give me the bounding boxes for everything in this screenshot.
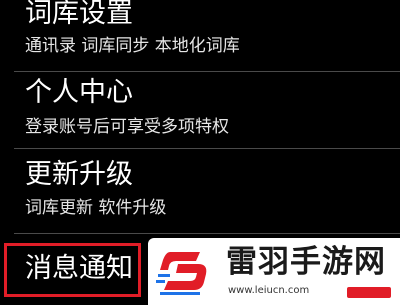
watermark-badge bbox=[347, 287, 391, 298]
watermark-url: www.leiucn.com bbox=[228, 285, 310, 296]
setting-item-personal-center[interactable]: 个人中心 登录账号后可享受多项特权 bbox=[0, 72, 400, 148]
watermark: 雷羽手游网 www.leiucn.com bbox=[148, 238, 400, 305]
setting-item-dictionary[interactable]: 词库设置 通讯录 词库同步 本地化词库 bbox=[0, 0, 400, 72]
leiyu-logo-icon bbox=[156, 252, 207, 295]
setting-subtitle: 词库更新 软件升级 bbox=[25, 198, 167, 218]
setting-subtitle: 登录账号后可享受多项特权 bbox=[25, 117, 229, 137]
setting-title: 更新升级 bbox=[25, 159, 133, 190]
watermark-name: 雷羽手游网 bbox=[226, 244, 386, 280]
setting-subtitle: 通讯录 词库同步 本地化词库 bbox=[25, 36, 240, 56]
setting-title: 词库设置 bbox=[25, 0, 133, 29]
setting-item-update[interactable]: 更新升级 词库更新 软件升级 bbox=[0, 149, 400, 233]
setting-title: 个人中心 bbox=[25, 77, 133, 108]
highlight-box bbox=[4, 243, 141, 297]
